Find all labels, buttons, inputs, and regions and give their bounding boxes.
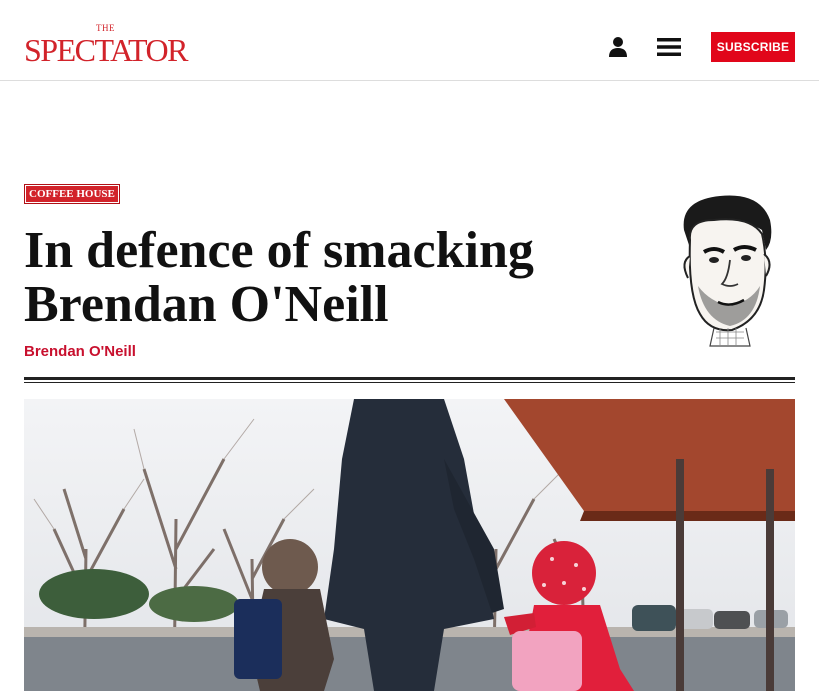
- subscribe-button[interactable]: SUBSCRIBE: [711, 32, 795, 62]
- author-caricature: [670, 190, 780, 350]
- title-line-1: In defence of smacking: [24, 222, 534, 279]
- title-divider: [24, 377, 795, 383]
- article-hero-image: [24, 399, 795, 691]
- article-title: In defence of smacking Brendan O'Neill: [24, 224, 624, 332]
- site-header: THE SPECTATOR SUBSCRIBE: [0, 0, 819, 81]
- hamburger-menu-icon[interactable]: [657, 37, 681, 57]
- title-line-2: Brendan O'Neill: [24, 276, 389, 333]
- logo-wordmark: SPECTATOR: [24, 32, 188, 68]
- user-icon[interactable]: [608, 36, 628, 58]
- author-byline[interactable]: Brendan O'Neill: [24, 343, 136, 360]
- category-tag[interactable]: COFFEE HOUSE: [24, 184, 120, 204]
